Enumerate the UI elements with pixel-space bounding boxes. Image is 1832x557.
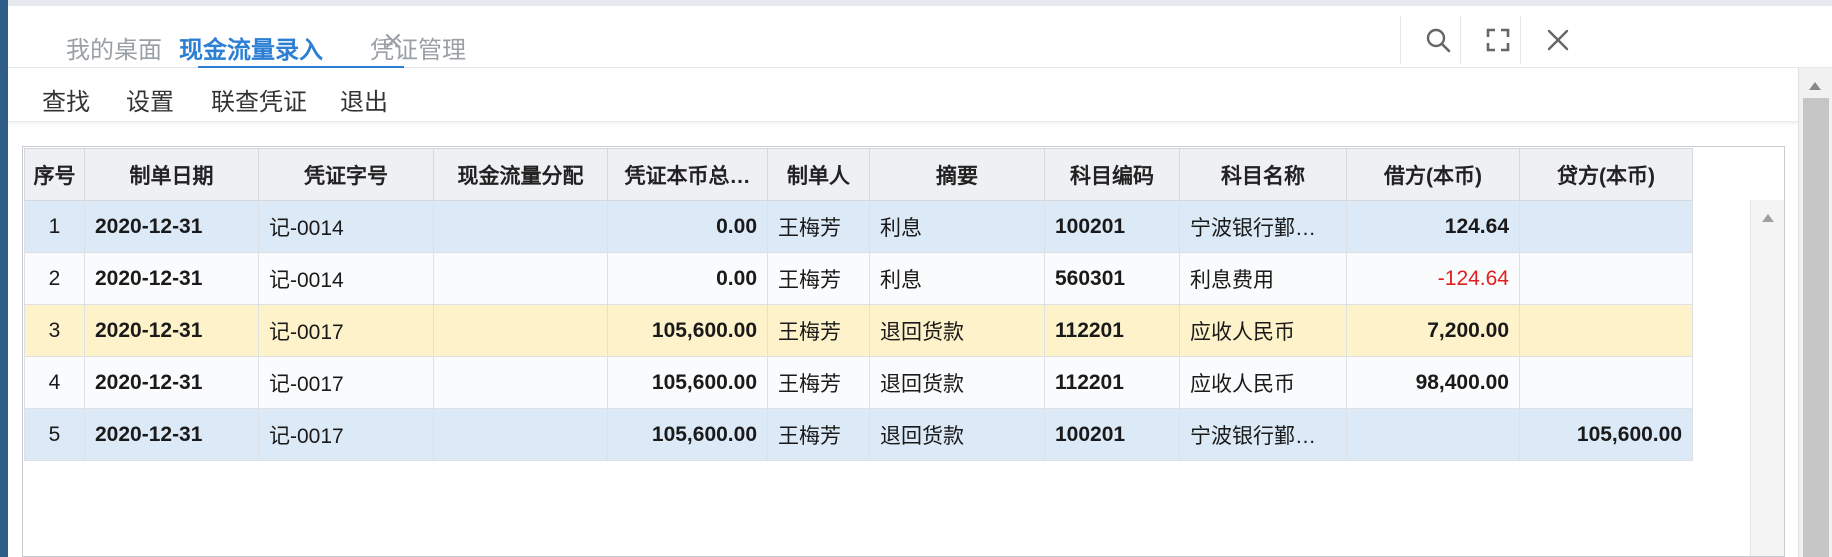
tab-desktop[interactable]: 我的桌面: [66, 30, 162, 65]
date-cell[interactable]: 2020-12-31: [84, 304, 259, 357]
account-name-cell[interactable]: 宁波银行鄞…: [1179, 200, 1347, 253]
alloc-cell[interactable]: [433, 408, 608, 461]
debit-cell[interactable]: [1346, 408, 1520, 461]
account-name-cell[interactable]: 应收人民币: [1179, 356, 1347, 409]
debit-cell[interactable]: 124.64: [1346, 200, 1520, 253]
account-code-cell[interactable]: 100201: [1044, 200, 1180, 253]
credit-cell[interactable]: 105,600.00: [1519, 408, 1693, 461]
row-number: 4: [24, 356, 85, 409]
summary-cell[interactable]: 退回货款: [869, 408, 1045, 461]
scroll-up-icon[interactable]: [1809, 82, 1821, 90]
find-menu-item[interactable]: 查找: [42, 82, 90, 117]
debit-cell[interactable]: 7,200.00: [1346, 304, 1520, 357]
account-code-cell[interactable]: 100201: [1044, 408, 1180, 461]
debit-cell[interactable]: -124.64: [1346, 252, 1520, 305]
alloc-cell[interactable]: [433, 200, 608, 253]
alloc-cell[interactable]: [433, 252, 608, 305]
tab-cash-flow-entry[interactable]: 现金流量录入: [179, 30, 323, 65]
column-header[interactable]: 现金流量分配: [433, 148, 608, 201]
search-icon[interactable]: [1418, 20, 1458, 60]
summary-cell[interactable]: 退回货款: [869, 356, 1045, 409]
page-scrollbar[interactable]: [1798, 68, 1832, 557]
row-number: 1: [24, 200, 85, 253]
credit-cell[interactable]: [1519, 356, 1693, 409]
cash-flow-grid: 序号 制单日期 凭证字号 现金流量分配 凭证本币总… 制单人 摘要 科目编码 科…: [24, 148, 1693, 461]
summary-cell[interactable]: 利息: [869, 200, 1045, 253]
date-cell[interactable]: 2020-12-31: [84, 252, 259, 305]
account-name-cell[interactable]: 宁波银行鄞…: [1179, 408, 1347, 461]
column-header[interactable]: 凭证字号: [258, 148, 434, 201]
maker-cell[interactable]: 王梅芳: [767, 252, 870, 305]
row-number: 5: [24, 408, 85, 461]
summary-cell[interactable]: 退回货款: [869, 304, 1045, 357]
credit-cell[interactable]: [1519, 200, 1693, 253]
voucher-cell[interactable]: 记-0014: [258, 252, 434, 305]
account-code-cell[interactable]: 112201: [1044, 304, 1180, 357]
column-header[interactable]: 科目编码: [1044, 148, 1180, 201]
maker-cell[interactable]: 王梅芳: [767, 200, 870, 253]
table-row[interactable]: 2 2020-12-31 记-0014 0.00 王梅芳 利息 560301 利…: [24, 252, 1693, 305]
fullscreen-icon[interactable]: [1478, 20, 1518, 60]
voucher-cell[interactable]: 记-0017: [258, 304, 434, 357]
exit-menu-item[interactable]: 退出: [340, 82, 388, 117]
close-icon[interactable]: [1538, 20, 1578, 60]
tab-voucher-management[interactable]: 凭证管理: [370, 30, 466, 65]
link-voucher-menu-item[interactable]: 联查凭证: [211, 82, 307, 117]
column-header[interactable]: 凭证本币总…: [607, 148, 768, 201]
column-header[interactable]: 制单人: [767, 148, 870, 201]
left-window-edge: [0, 0, 8, 557]
voucher-cell[interactable]: 记-0017: [258, 356, 434, 409]
maker-cell[interactable]: 王梅芳: [767, 408, 870, 461]
maker-cell[interactable]: 王梅芳: [767, 356, 870, 409]
table-row[interactable]: 4 2020-12-31 记-0017 105,600.00 王梅芳 退回货款 …: [24, 356, 1693, 409]
scrollbar-thumb[interactable]: [1803, 98, 1829, 557]
grid-header-row: 序号 制单日期 凭证字号 现金流量分配 凭证本币总… 制单人 摘要 科目编码 科…: [24, 148, 1693, 201]
menu-bar: 查找 设置 联查凭证 退出: [8, 68, 1798, 122]
total-cell[interactable]: 105,600.00: [607, 408, 768, 461]
window-button-separator: [1460, 16, 1461, 64]
window-button-separator: [1520, 16, 1521, 64]
voucher-cell[interactable]: 记-0014: [258, 200, 434, 253]
settings-menu-item[interactable]: 设置: [126, 82, 174, 117]
total-cell[interactable]: 105,600.00: [607, 304, 768, 357]
row-number: 3: [24, 304, 85, 357]
account-name-cell[interactable]: 利息费用: [1179, 252, 1347, 305]
column-header[interactable]: 摘要: [869, 148, 1045, 201]
maker-cell[interactable]: 王梅芳: [767, 304, 870, 357]
voucher-cell[interactable]: 记-0017: [258, 408, 434, 461]
column-header[interactable]: 借方(本币): [1346, 148, 1520, 201]
date-cell[interactable]: 2020-12-31: [84, 200, 259, 253]
total-cell[interactable]: 105,600.00: [607, 356, 768, 409]
alloc-cell[interactable]: [433, 304, 608, 357]
total-cell[interactable]: 0.00: [607, 200, 768, 253]
table-row[interactable]: 5 2020-12-31 记-0017 105,600.00 王梅芳 退回货款 …: [24, 408, 1693, 461]
column-header[interactable]: 序号: [24, 148, 85, 201]
grid-scrollbar[interactable]: [1750, 200, 1784, 556]
credit-cell[interactable]: [1519, 304, 1693, 357]
summary-cell[interactable]: 利息: [869, 252, 1045, 305]
alloc-cell[interactable]: [433, 356, 608, 409]
column-header[interactable]: 科目名称: [1179, 148, 1347, 201]
debit-cell[interactable]: 98,400.00: [1346, 356, 1520, 409]
date-cell[interactable]: 2020-12-31: [84, 408, 259, 461]
account-code-cell[interactable]: 112201: [1044, 356, 1180, 409]
column-header[interactable]: 贷方(本币): [1519, 148, 1693, 201]
credit-cell[interactable]: [1519, 252, 1693, 305]
column-header[interactable]: 制单日期: [84, 148, 259, 201]
grid-scroll-up-icon[interactable]: [1762, 214, 1774, 222]
account-name-cell[interactable]: 应收人民币: [1179, 304, 1347, 357]
tab-bar: 我的桌面 现金流量录入 × 凭证管理: [8, 6, 1832, 70]
window-button-separator: [1400, 16, 1401, 64]
table-row[interactable]: 1 2020-12-31 记-0014 0.00 王梅芳 利息 100201 宁…: [24, 200, 1693, 253]
date-cell[interactable]: 2020-12-31: [84, 356, 259, 409]
row-number: 2: [24, 252, 85, 305]
total-cell[interactable]: 0.00: [607, 252, 768, 305]
account-code-cell[interactable]: 560301: [1044, 252, 1180, 305]
table-row[interactable]: 3 2020-12-31 记-0017 105,600.00 王梅芳 退回货款 …: [24, 304, 1693, 357]
